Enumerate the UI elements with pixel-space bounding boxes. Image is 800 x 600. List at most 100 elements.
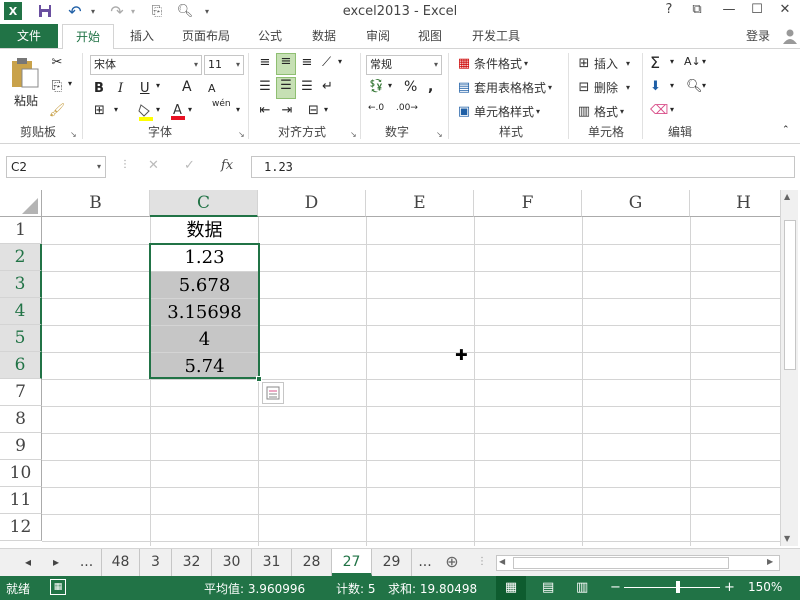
- column-header-f[interactable]: F: [474, 190, 582, 217]
- zoom-level[interactable]: 150%: [748, 580, 782, 594]
- enter-button[interactable]: ✓: [184, 158, 195, 173]
- cancel-button[interactable]: ✕: [148, 158, 159, 173]
- tab-review[interactable]: 审阅: [358, 24, 398, 48]
- row-header-4[interactable]: 4: [0, 298, 42, 325]
- sheet-tab[interactable]: 28: [292, 549, 332, 576]
- paste-button[interactable]: 粘贴: [8, 57, 44, 117]
- scroll-up-icon[interactable]: ▲: [784, 192, 790, 201]
- tab-data[interactable]: 数据: [304, 24, 344, 48]
- align-left-icon[interactable]: ☰: [256, 79, 274, 94]
- clear-dropdown-icon[interactable]: ▾: [670, 105, 674, 114]
- delete-cells-button[interactable]: ⊟ 删除 ▾: [576, 79, 630, 96]
- sort-filter-icon[interactable]: A↓: [684, 55, 701, 68]
- zoom-slider-thumb[interactable]: [676, 581, 680, 593]
- row-header-1[interactable]: 1: [0, 217, 42, 244]
- format-cells-button[interactable]: ▥ 格式 ▾: [576, 103, 624, 120]
- borders-icon[interactable]: ⊞: [94, 103, 105, 118]
- font-launcher-icon[interactable]: ↘: [238, 130, 245, 139]
- font-size-combo[interactable]: 11 ▾: [204, 55, 244, 75]
- accounting-dropdown-icon[interactable]: ▾: [388, 81, 392, 90]
- row-header-2[interactable]: 2: [0, 244, 42, 271]
- page-layout-view-icon[interactable]: ▤: [542, 580, 554, 595]
- find-select-icon[interactable]: 🔍︎: [686, 79, 703, 94]
- row-header-5[interactable]: 5: [0, 325, 42, 352]
- font-color-icon[interactable]: A: [170, 101, 186, 121]
- formula-input[interactable]: 1.23: [251, 156, 795, 178]
- column-header-h[interactable]: H: [690, 190, 780, 217]
- merge-center-icon[interactable]: ⊟: [308, 103, 319, 118]
- row-header-3[interactable]: 3: [0, 271, 42, 298]
- font-color-dropdown-icon[interactable]: ▾: [188, 105, 192, 114]
- phonetic-button[interactable]: wén: [212, 99, 231, 109]
- row-header-7[interactable]: 7: [0, 379, 42, 406]
- ribbon-display-options-button[interactable]: ⧉: [686, 2, 708, 20]
- font-name-combo[interactable]: 宋体 ▾: [90, 55, 202, 75]
- orientation-icon[interactable]: ⟋: [322, 55, 331, 70]
- number-format-combo[interactable]: 常规 ▾: [366, 55, 442, 75]
- orientation-dropdown-icon[interactable]: ▾: [338, 57, 342, 66]
- horizontal-scrollbar[interactable]: ◀ ▶: [496, 555, 780, 571]
- horizontal-scroll-thumb[interactable]: [513, 557, 729, 569]
- tab-view[interactable]: 视图: [410, 24, 450, 48]
- column-header-g[interactable]: G: [582, 190, 690, 217]
- column-header-e[interactable]: E: [366, 190, 474, 217]
- fill-icon[interactable]: ⬇: [650, 79, 661, 94]
- format-painter-icon[interactable]: 🖌︎: [48, 103, 66, 118]
- sheet-tab-more-left[interactable]: ...: [72, 549, 102, 576]
- merge-dropdown-icon[interactable]: ▾: [324, 105, 328, 114]
- percent-button[interactable]: %: [404, 79, 417, 95]
- scroll-left-icon[interactable]: ◀: [499, 557, 505, 566]
- sheet-tab[interactable]: 30: [212, 549, 252, 576]
- minimize-button[interactable]: —: [718, 2, 740, 20]
- add-sheet-button[interactable]: ⊕: [440, 549, 464, 576]
- align-center-icon[interactable]: ☰: [276, 77, 296, 99]
- row-header-9[interactable]: 9: [0, 433, 42, 460]
- select-all-corner[interactable]: [0, 190, 42, 217]
- conditional-format-button[interactable]: ▦ 条件格式 ▾: [456, 55, 528, 72]
- comma-style-icon[interactable]: ,: [428, 79, 433, 95]
- tab-page-layout[interactable]: 页面布局: [174, 24, 238, 48]
- worksheet-grid[interactable]: B C D E F G H 1 2 3 4 5 6 7 8 9 10 11 12…: [0, 190, 780, 546]
- vertical-scrollbar[interactable]: ▲ ▼: [780, 190, 798, 546]
- tab-file[interactable]: 文件: [0, 24, 58, 48]
- copy-format-icon[interactable]: ⎘: [48, 79, 66, 94]
- align-middle-icon[interactable]: ≡: [276, 53, 296, 75]
- fill-color-icon[interactable]: [138, 103, 154, 121]
- align-right-icon[interactable]: ☰: [298, 79, 316, 94]
- close-button[interactable]: ✕: [774, 2, 796, 20]
- increase-decimal-icon[interactable]: ←.0: [368, 103, 384, 113]
- fill-color-dropdown-icon[interactable]: ▾: [156, 105, 160, 114]
- column-header-d[interactable]: D: [258, 190, 366, 217]
- align-bottom-icon[interactable]: ≡: [298, 55, 316, 70]
- tab-home[interactable]: 开始: [62, 24, 114, 49]
- sheet-nav-next-icon[interactable]: ▸: [46, 549, 66, 576]
- row-header-10[interactable]: 10: [0, 460, 42, 487]
- sheet-tab[interactable]: 29: [372, 549, 412, 576]
- row-header-8[interactable]: 8: [0, 406, 42, 433]
- autosum-dropdown-icon[interactable]: ▾: [670, 57, 674, 66]
- help-button[interactable]: ?: [658, 2, 680, 20]
- phonetic-dropdown-icon[interactable]: ▾: [236, 105, 240, 114]
- bold-button[interactable]: B: [94, 81, 104, 96]
- sheet-tab-active[interactable]: 27: [332, 549, 372, 576]
- tab-formulas[interactable]: 公式: [250, 24, 290, 48]
- autosum-icon[interactable]: Σ: [650, 53, 660, 72]
- quick-analysis-icon[interactable]: [262, 382, 284, 404]
- row-header-12[interactable]: 12: [0, 514, 42, 541]
- borders-dropdown-icon[interactable]: ▾: [114, 105, 118, 114]
- cell-c1[interactable]: 数据: [151, 217, 258, 244]
- row-header-6[interactable]: 6: [0, 352, 42, 379]
- sheet-nav-prev-icon[interactable]: ◂: [18, 549, 38, 576]
- clipboard-launcher-icon[interactable]: ↘: [70, 130, 77, 139]
- column-header-b[interactable]: B: [42, 190, 150, 217]
- sort-dropdown-icon[interactable]: ▾: [702, 57, 706, 66]
- decrease-indent-icon[interactable]: ⇤: [256, 103, 274, 118]
- format-as-table-button[interactable]: ▤ 套用表格格式 ▾: [456, 79, 552, 96]
- underline-button[interactable]: U: [140, 81, 150, 96]
- sheet-tab-more-right[interactable]: ...: [412, 549, 438, 576]
- page-break-view-icon[interactable]: ▥: [576, 580, 588, 595]
- underline-dropdown-icon[interactable]: ▾: [156, 81, 160, 90]
- cut-icon[interactable]: ✂: [48, 55, 66, 70]
- column-header-c[interactable]: C: [150, 190, 258, 217]
- zoom-in-button[interactable]: +: [724, 580, 735, 595]
